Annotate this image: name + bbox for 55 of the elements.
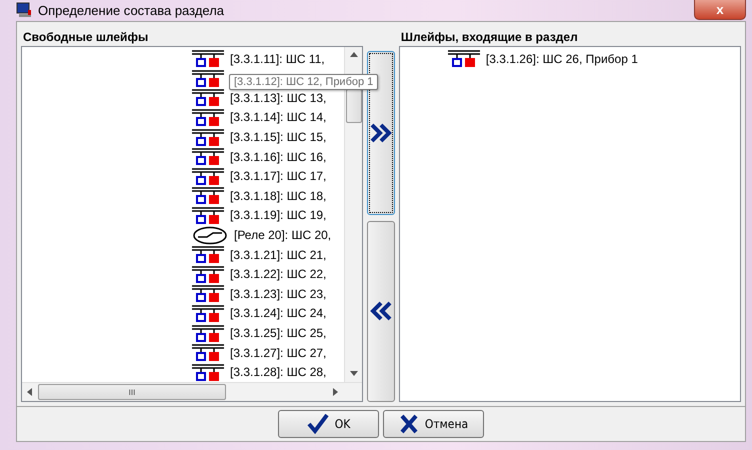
loop-icon [192, 166, 224, 186]
list-item[interactable]: [Реле 20]: ШС 20, [234, 228, 332, 242]
panel-heading: Свободные шлейфы [22, 28, 150, 46]
scroll-right-arrow-icon[interactable] [332, 388, 340, 396]
cancel-button[interactable]: Отмена [383, 410, 484, 438]
list-item[interactable]: [3.3.1.14]: ШС 14, [230, 110, 326, 124]
loop-icon [192, 206, 224, 225]
add-button[interactable] [367, 50, 395, 215]
list-item[interactable]: [3.3.1.23]: ШС 23, [230, 286, 326, 301]
list-item[interactable]: [3.3.1.19]: ШС 19, [230, 208, 326, 222]
loop-icon [192, 324, 224, 343]
loop-icon [192, 186, 224, 206]
list-item[interactable]: [3.3.1.22]: ШС 22, [230, 267, 326, 282]
scroll-thumb[interactable] [346, 88, 362, 123]
loop-icon [192, 362, 224, 382]
loop-icon [192, 108, 224, 127]
scroll-left-arrow-icon[interactable] [26, 388, 34, 396]
list-item[interactable]: [3.3.1.25]: ШС 25, [230, 326, 326, 340]
list-item[interactable]: [3.3.1.28]: ШС 28, [230, 365, 326, 380]
list-item[interactable]: [3.3.1.24]: ШС 24, [230, 306, 326, 320]
relay-icon [192, 226, 228, 245]
window-title: Определение состава раздела [38, 2, 224, 18]
app-icon [16, 2, 32, 18]
list-item[interactable]: [3.3.1.15]: ШС 15, [230, 130, 326, 144]
list-item[interactable]: [3.3.1.11]: ШС 11, [230, 52, 325, 66]
loop-icon [192, 68, 224, 88]
double-left-chevron-icon [370, 301, 392, 322]
list-item[interactable]: [3.3.1.18]: ШС 18, [230, 188, 326, 203]
loop-icon [192, 284, 224, 304]
checkmark-icon [306, 414, 329, 434]
loop-icon [192, 304, 224, 323]
loop-icon [192, 88, 224, 108]
scroll-thumb[interactable]: III [38, 384, 226, 400]
loop-icon [192, 245, 224, 264]
list-item[interactable]: [3.3.1.27]: ШС 27, [230, 346, 326, 360]
list-item[interactable]: [3.3.1.17]: ШС 17, [230, 169, 326, 184]
cross-icon [398, 414, 419, 434]
list-item[interactable]: [3.3.1.21]: ШС 21, [230, 248, 326, 262]
scroll-up-arrow-icon[interactable] [350, 50, 358, 59]
list-item[interactable]: [3.3.1.13]: ШС 13, [230, 90, 326, 105]
list-item[interactable]: [3.3.1.16]: ШС 16, [230, 150, 326, 164]
ok-button[interactable]: OK [278, 410, 379, 438]
horizontal-scrollbar[interactable]: III [22, 382, 362, 401]
scroll-down-arrow-icon[interactable] [350, 370, 358, 378]
double-right-chevron-icon [370, 122, 392, 143]
remove-button[interactable] [367, 220, 395, 402]
loop-icon [192, 343, 224, 362]
loop-icon [448, 49, 480, 68]
tooltip: [3.3.1.12]: ШС 12, Прибор 1 [229, 74, 378, 90]
loop-icon [192, 128, 224, 147]
list-item[interactable]: [3.3.1.26]: ШС 26, Прибор 1 [486, 52, 638, 66]
loop-icon [192, 147, 224, 166]
panel-heading: Шлейфы, входящие в раздел [400, 28, 579, 46]
loop-icon [192, 49, 224, 68]
loop-icon [192, 264, 224, 284]
